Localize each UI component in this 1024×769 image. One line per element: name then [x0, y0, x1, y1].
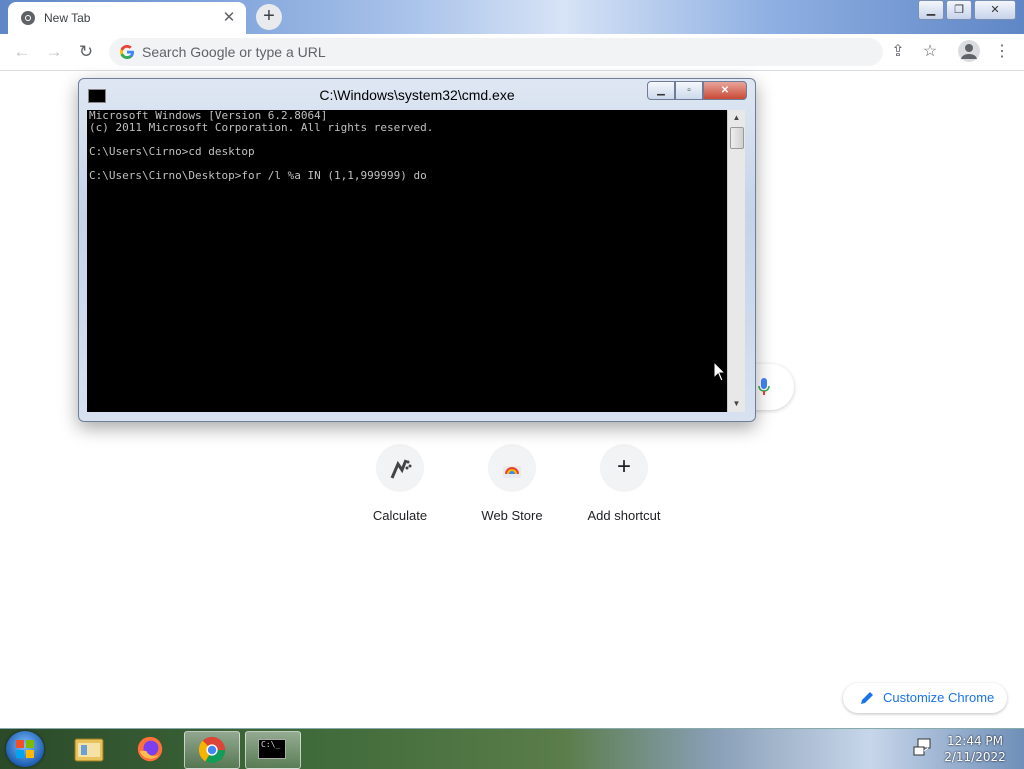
- close-button[interactable]: ✕: [974, 0, 1016, 20]
- microphone-icon: [758, 378, 770, 395]
- pencil-icon: [861, 692, 873, 704]
- shortcut-label: Add shortcut: [587, 508, 661, 523]
- cmd-maximize-button[interactable]: ▫: [675, 81, 703, 100]
- minimize-button[interactable]: ▁: [918, 0, 944, 20]
- omnibox-placeholder: Search Google or type a URL: [142, 44, 326, 60]
- cmd-close-button[interactable]: ✕: [703, 81, 747, 100]
- taskbar-cmd[interactable]: C:\_: [245, 731, 301, 769]
- plus-icon: +: [600, 444, 648, 492]
- new-tab-button[interactable]: +: [256, 4, 282, 30]
- clock-date[interactable]: 2/11/2022: [940, 750, 1010, 764]
- tab-strip: New Tab ✕ + ▁ ❐ ✕: [0, 0, 1024, 34]
- scroll-thumb[interactable]: [730, 127, 744, 149]
- google-g-icon: [120, 45, 134, 59]
- taskbar-firefox[interactable]: [123, 731, 177, 767]
- omnibox[interactable]: Search Google or type a URL: [109, 38, 883, 66]
- windows-logo-icon: [16, 740, 34, 758]
- cmd-window-controls: ▁ ▫ ✕: [647, 81, 747, 100]
- windows-taskbar: C:\_ 12:44 PM 2/11/2022: [0, 728, 1024, 769]
- profile-avatar-icon[interactable]: [958, 40, 980, 62]
- tab-close-icon[interactable]: ✕: [220, 9, 238, 27]
- tab-title: New Tab: [44, 11, 91, 25]
- console-prompt-line: C:\Users\Cirno\Desktop>for /l %a IN (1,1…: [89, 169, 427, 182]
- cmd-window[interactable]: C:\Windows\system32\cmd.exe ▁ ▫ ✕ Micros…: [78, 78, 756, 422]
- console-line: (c) 2011 Microsoft Corporation. All righ…: [89, 121, 434, 134]
- chrome-favicon-icon: [21, 11, 35, 25]
- taskbar-file-explorer[interactable]: [62, 731, 116, 767]
- customize-chrome-button[interactable]: Customize Chrome: [843, 683, 1007, 713]
- shortcut-add[interactable]: + Add shortcut: [568, 444, 680, 534]
- clock-time[interactable]: 12:44 PM: [940, 734, 1010, 748]
- share-icon[interactable]: ⇪: [886, 40, 910, 64]
- cmd-icon: C:\_: [258, 739, 286, 759]
- tab-new-tab[interactable]: New Tab ✕: [8, 2, 246, 34]
- customize-chrome-label: Customize Chrome: [883, 690, 995, 705]
- cmd-minimize-button[interactable]: ▁: [647, 81, 675, 100]
- file-explorer-icon: [74, 738, 104, 762]
- reload-icon[interactable]: ↻: [74, 40, 98, 64]
- console-line: C:\Users\Cirno>cd desktop: [89, 145, 255, 158]
- chrome-menu-icon[interactable]: ⋮: [990, 40, 1014, 64]
- shortcut-label: Calculate: [372, 508, 428, 523]
- shortcut-calculate[interactable]: Calculate: [344, 444, 456, 534]
- scroll-down-arrow-icon[interactable]: ▼: [728, 396, 745, 412]
- chrome-icon: [198, 736, 226, 764]
- scroll-up-arrow-icon[interactable]: ▲: [728, 110, 745, 126]
- browser-window-controls: ▁ ❐ ✕: [918, 0, 1016, 20]
- cmd-titlebar[interactable]: C:\Windows\system32\cmd.exe ▁ ▫ ✕: [79, 79, 755, 109]
- back-icon[interactable]: ←: [10, 40, 34, 64]
- mouse-cursor-icon: [713, 361, 727, 382]
- start-button[interactable]: [6, 731, 44, 767]
- shortcut-web-store[interactable]: Web Store: [456, 444, 568, 534]
- bookmark-star-icon[interactable]: ☆: [918, 40, 942, 64]
- console-scrollbar[interactable]: ▲ ▼: [727, 110, 745, 412]
- maximize-button[interactable]: ❐: [946, 0, 972, 20]
- forward-icon[interactable]: →: [42, 40, 66, 64]
- console-output[interactable]: Microsoft Windows [Version 6.2.8064] (c)…: [87, 110, 727, 412]
- web-store-icon: [488, 444, 536, 492]
- shortcut-label: Web Store: [481, 508, 543, 523]
- network-icon[interactable]: [912, 735, 934, 761]
- taskbar-chrome[interactable]: [184, 731, 240, 769]
- browser-toolbar: ← → ↻ Search Google or type a URL ⇪ ☆ ⋮: [0, 34, 1024, 71]
- calculate-favicon-icon: [376, 444, 424, 492]
- firefox-icon: [137, 736, 163, 762]
